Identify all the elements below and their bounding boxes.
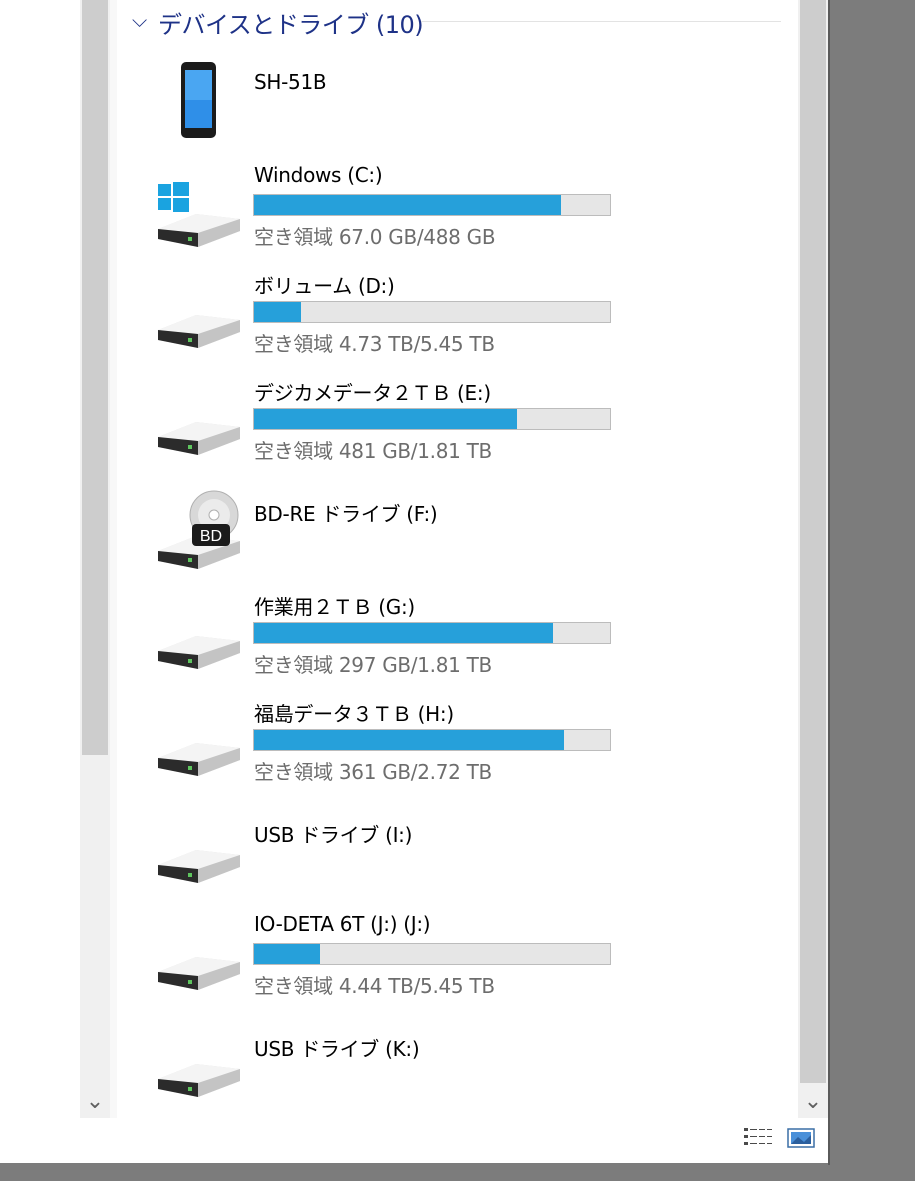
drive-item-c[interactable]: Windows (C:) 空き領域 67.0 GB/488 GB: [148, 159, 638, 259]
window-border: [828, 0, 830, 1165]
nav-scroll-down-icon[interactable]: ⌄: [80, 1088, 110, 1118]
free-space-text: 空き領域 4.44 TB/5.45 TB: [254, 974, 495, 998]
drive-item-e[interactable]: デジカメデータ２ＴＢ (E:) 空き領域 481 GB/1.81 TB: [148, 373, 638, 473]
drive-name: デジカメデータ２ＴＢ (E:): [254, 381, 491, 405]
usage-bar: [253, 408, 611, 430]
drive-item-k[interactable]: USB ドライブ (K:): [148, 1015, 638, 1115]
hard-drive-icon: [148, 266, 248, 366]
usage-bar-fill: [254, 944, 320, 964]
details-view-icon[interactable]: [741, 1124, 775, 1152]
hard-drive-icon: [148, 587, 248, 687]
pane-divider[interactable]: [110, 0, 117, 1118]
usage-bar-fill: [254, 409, 518, 429]
windows-drive-icon: [148, 159, 248, 259]
usage-bar: [253, 729, 611, 751]
content-scroll-thumb[interactable]: [800, 0, 826, 1083]
svg-text:BD: BD: [200, 528, 222, 545]
drive-item-g[interactable]: 作業用２ＴＢ (G:) 空き領域 297 GB/1.81 TB: [148, 587, 638, 687]
status-bar: [0, 1118, 828, 1163]
desktop-background: [830, 0, 915, 1181]
usage-bar: [253, 194, 611, 216]
hard-drive-icon: [148, 694, 248, 794]
desktop-background-bottom: [0, 1163, 915, 1181]
drive-name: USB ドライブ (K:): [254, 1037, 420, 1061]
usb-drive-icon: [148, 1015, 248, 1115]
drive-name: ボリューム (D:): [254, 274, 395, 298]
group-header[interactable]: ⌵ デバイスとドライブ (10): [128, 2, 788, 42]
nav-pane-scroll-thumb[interactable]: [82, 0, 108, 755]
drive-item-j[interactable]: IO-DETA 6T (J:) (J:) 空き領域 4.44 TB/5.45 T…: [148, 908, 638, 1008]
hard-drive-icon: [148, 908, 248, 1008]
phone-icon: [148, 52, 248, 152]
drive-name: USB ドライブ (I:): [254, 823, 413, 847]
drive-name: IO-DETA 6T (J:) (J:): [254, 912, 431, 936]
drive-name: BD-RE ドライブ (F:): [254, 502, 438, 526]
chevron-down-icon[interactable]: ⌵: [132, 8, 147, 32]
drive-item-i[interactable]: USB ドライブ (I:): [148, 801, 638, 901]
usage-bar: [253, 622, 611, 644]
group-title: デバイスとドライブ (10): [158, 11, 424, 39]
usage-bar: [253, 301, 611, 323]
usage-bar-fill: [254, 195, 562, 215]
hard-drive-icon: [148, 373, 248, 473]
free-space-text: 空き領域 481 GB/1.81 TB: [254, 439, 492, 463]
bd-drive-icon: BD: [148, 480, 248, 580]
usage-bar: [253, 943, 611, 965]
drive-item-f[interactable]: BD BD-RE ドライブ (F:): [148, 480, 638, 580]
drive-item-d[interactable]: ボリューム (D:) 空き領域 4.73 TB/5.45 TB: [148, 266, 638, 366]
drive-item-h[interactable]: 福島データ３ＴＢ (H:) 空き領域 361 GB/2.72 TB: [148, 694, 638, 794]
group-divider: [421, 21, 781, 22]
content-scroll-down-icon[interactable]: ⌄: [798, 1088, 828, 1118]
usage-bar-fill: [254, 623, 554, 643]
drive-name: 作業用２ＴＢ (G:): [254, 595, 415, 619]
usage-bar-fill: [254, 302, 301, 322]
device-item-phone[interactable]: SH-51B: [148, 52, 638, 152]
item-name: SH-51B: [254, 70, 327, 94]
free-space-text: 空き領域 361 GB/2.72 TB: [254, 760, 492, 784]
drive-name: 福島データ３ＴＢ (H:): [254, 702, 454, 726]
usb-drive-icon: [148, 801, 248, 901]
usage-bar-fill: [254, 730, 564, 750]
free-space-text: 空き領域 67.0 GB/488 GB: [254, 225, 496, 249]
free-space-text: 空き領域 4.73 TB/5.45 TB: [254, 332, 495, 356]
large-icons-view-icon[interactable]: [784, 1124, 818, 1152]
drive-name: Windows (C:): [254, 163, 383, 187]
free-space-text: 空き領域 297 GB/1.81 TB: [254, 653, 492, 677]
